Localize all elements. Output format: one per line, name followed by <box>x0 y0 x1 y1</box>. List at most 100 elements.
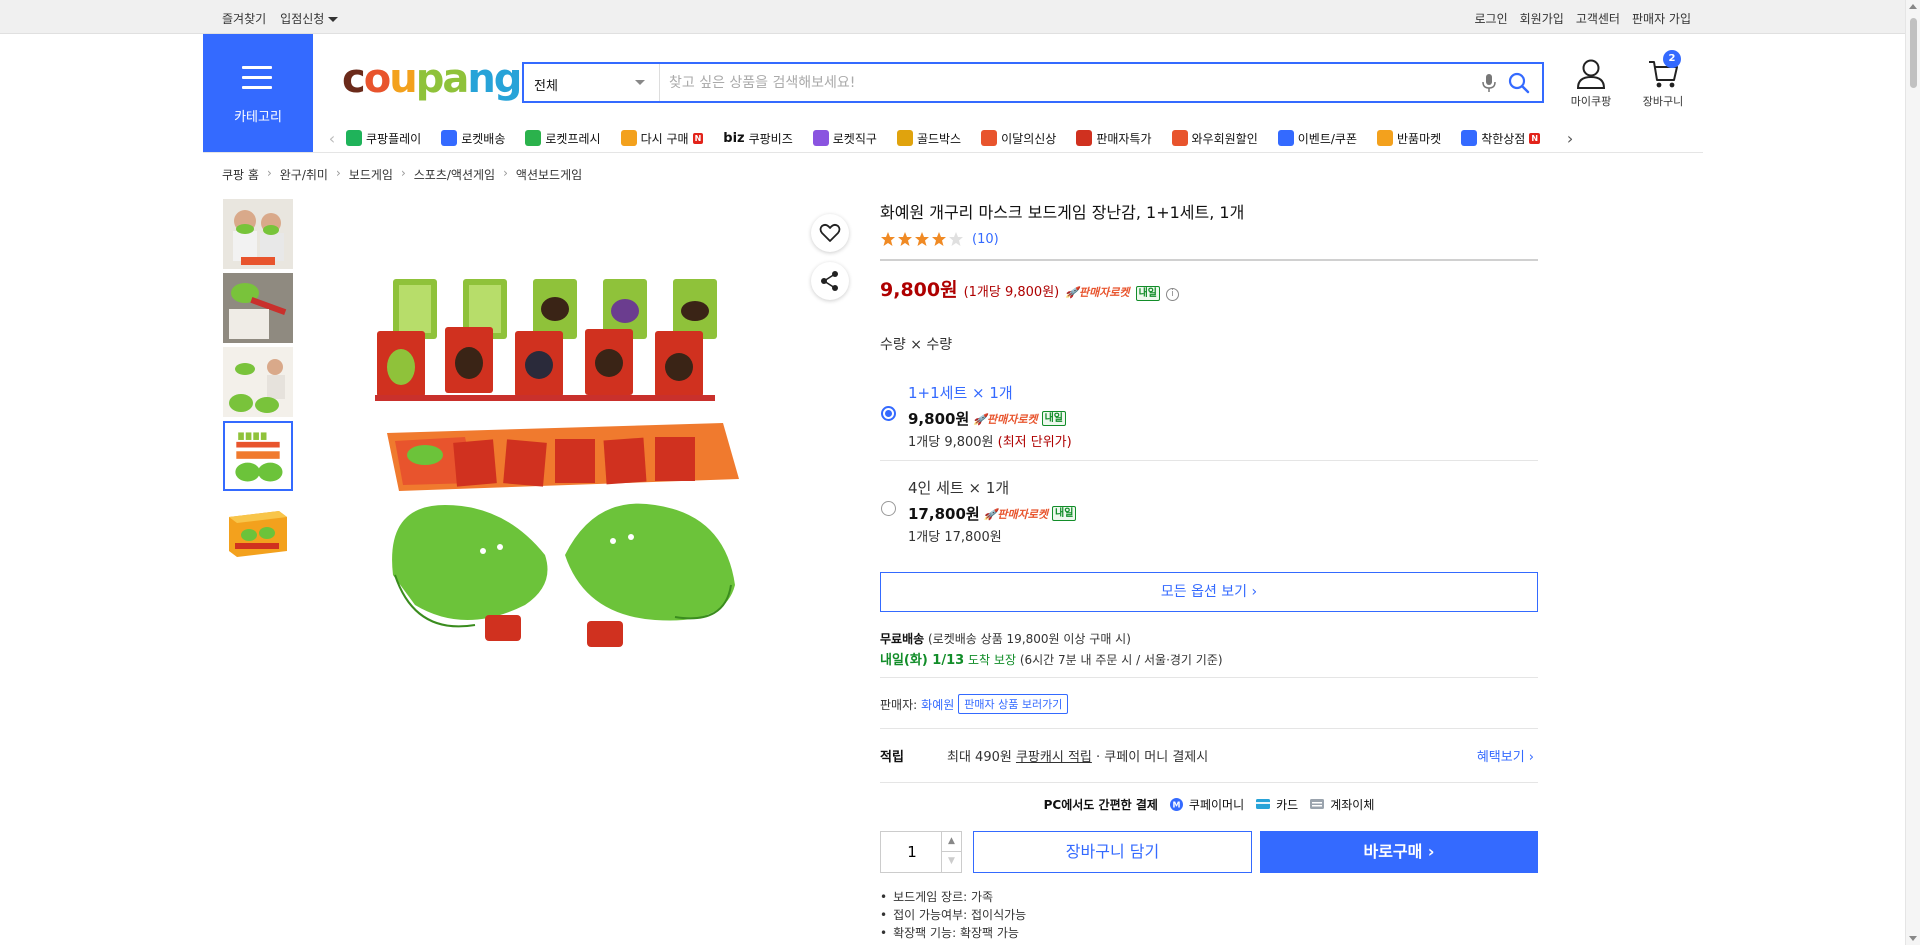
scroll-up-icon[interactable] <box>1909 4 1917 9</box>
product-thumbnail[interactable] <box>223 347 293 417</box>
category-button[interactable]: 카테고리 <box>203 34 313 152</box>
product-thumbnail[interactable] <box>223 199 293 269</box>
top-utility-bar: 즐겨찾기 입점신청 로그인 회원가입 고객센터 판매자 가입 <box>0 0 1920 34</box>
microphone-icon[interactable] <box>1480 73 1498 93</box>
rating[interactable]: (10) <box>880 231 999 247</box>
quick-menu-label: 이달의신상 <box>1001 131 1057 146</box>
star-icon <box>898 232 912 246</box>
quick-menu-item[interactable]: 이달의신상 <box>981 130 1056 147</box>
partner-dropdown[interactable]: 입점신청 <box>280 10 339 27</box>
pay-method: 계좌이체 <box>1330 798 1375 812</box>
quick-menu-label: 로켓프레시 <box>545 131 601 146</box>
signup-link[interactable]: 회원가입 <box>1520 10 1564 27</box>
search-input[interactable] <box>669 64 1469 101</box>
payment-methods: PC에서도 간편한 결제 M 쿠페이머니 카드 계좌이체 <box>880 796 1538 813</box>
quick-menu-label: 쿠팡비즈 <box>748 131 793 146</box>
quick-menu-item[interactable]: 반품마켓 <box>1377 130 1441 147</box>
divider <box>880 782 1538 783</box>
quick-menu-label: 다시 구매 <box>640 131 689 146</box>
wishlist-button[interactable] <box>811 214 849 252</box>
arrival-info: 내일(화) 1/13 도착 보장 (6시간 7분 내 주문 시 / 서울·경기 … <box>880 653 1223 668</box>
quick-menu-item[interactable]: 로켓직구 <box>812 130 877 147</box>
buy-now-button[interactable]: 바로구매 › <box>1260 831 1538 873</box>
pay-method: 쿠페이머니 <box>1188 798 1245 812</box>
quick-menu-item[interactable]: 골드박스 <box>896 130 961 147</box>
global-icon <box>812 130 829 146</box>
scroll-down-icon[interactable] <box>1909 936 1917 941</box>
support-link[interactable]: 고객센터 <box>1576 10 1620 27</box>
chevron-left-icon[interactable]: ‹ <box>322 129 342 148</box>
category-label: 카테고리 <box>234 110 282 125</box>
quick-menu-item[interactable]: 다시 구매 N <box>620 130 704 147</box>
option-unit-price: 1개당 17,800원 <box>908 530 1002 545</box>
breadcrumb-item[interactable]: 쿠팡 홈 <box>222 166 259 183</box>
quick-menu-item[interactable]: biz 쿠팡비즈 <box>723 130 793 147</box>
my-coupang-button[interactable]: 마이쿠팡 <box>1563 58 1619 109</box>
benefits-link[interactable]: 혜택보기 › <box>1477 746 1534 765</box>
quick-menu-label: 이벤트/쿠폰 <box>1297 131 1358 146</box>
divider <box>880 460 1538 461</box>
user-icon <box>1576 59 1606 89</box>
product-thumbnail[interactable] <box>223 495 293 565</box>
option-item-1[interactable]: 1+1세트 × 1개 9,800원 🚀판매자로켓 내일 1개당 9,800원 (… <box>880 372 1538 460</box>
all-options-button[interactable]: 모든 옵션 보기 › <box>880 572 1538 612</box>
seller-name-link[interactable]: 화예원 <box>921 696 954 713</box>
coupang-logo[interactable]: coupang <box>342 56 522 102</box>
rocket-fresh-icon <box>525 130 542 146</box>
quick-menu-item[interactable]: 판매자특가 <box>1076 130 1152 147</box>
svg-text:M: M <box>1172 801 1180 810</box>
review-count[interactable]: (10) <box>972 232 999 247</box>
search-scope-value: 전체 <box>534 79 558 94</box>
info-icon[interactable]: i <box>1165 288 1179 301</box>
divider <box>880 677 1538 678</box>
quick-menu-label: 착한상점 <box>1481 131 1526 146</box>
quick-menu-label: 쿠팡플레이 <box>366 131 422 146</box>
unit-price: (1개당 9,800원) <box>963 285 1060 300</box>
star-icon <box>915 232 929 246</box>
search-scope-select[interactable]: 전체 <box>524 64 660 101</box>
product-main-image[interactable] <box>355 255 775 675</box>
option-radio[interactable] <box>881 501 896 516</box>
cart-label: 장바구니 <box>1642 95 1684 108</box>
goodshop-icon <box>1461 130 1478 146</box>
sale-price: 9,800원 <box>880 279 958 301</box>
cart-button[interactable]: 장바구니 2 <box>1635 50 1691 109</box>
my-coupang-label: 마이쿠팡 <box>1570 95 1612 108</box>
breadcrumb-item[interactable]: 완구/취미 <box>280 166 328 183</box>
favorites-link[interactable]: 즐겨찾기 <box>222 10 266 27</box>
seller-products-link[interactable]: 판매자 상품 보러가기 <box>958 694 1069 714</box>
star-icon <box>949 232 963 246</box>
quick-menu-item[interactable]: 쿠팡플레이 <box>346 130 421 147</box>
quantity-input[interactable] <box>881 832 943 872</box>
quick-menu-item[interactable]: 착한상점 N <box>1461 130 1541 147</box>
product-thumbnail[interactable] <box>223 273 293 343</box>
option-radio-selected[interactable] <box>881 406 896 421</box>
quantity-decrease-button[interactable]: ▼ <box>941 852 961 872</box>
scrollbar-thumb[interactable] <box>1910 18 1917 88</box>
spec-item: 접이 가능여부: 접이식가능 <box>880 906 1026 924</box>
share-icon <box>821 271 838 291</box>
chevron-right-icon: › <box>400 166 406 180</box>
breadcrumb-item[interactable]: 액션보드게임 <box>516 166 582 183</box>
breadcrumb-item[interactable]: 스포츠/액션게임 <box>414 166 495 183</box>
quick-menu-item[interactable]: 이벤트/쿠폰 <box>1277 130 1358 147</box>
page-scrollbar[interactable] <box>1905 0 1920 945</box>
add-to-cart-button[interactable]: 장바구니 담기 <box>973 831 1252 873</box>
chevron-right-icon[interactable]: › <box>1560 129 1580 148</box>
quick-menu-item[interactable]: 와우회원할인 <box>1171 130 1258 147</box>
reward-description: 최대 490원 쿠팡캐시 적립 · 쿠페이 머니 결제시 <box>947 750 1209 765</box>
option-item-2[interactable]: 4인 세트 × 1개 17,800원 🚀판매자로켓 내일 1개당 17,800원 <box>880 468 1538 556</box>
new-badge: N <box>1529 132 1541 144</box>
star-icon <box>932 232 946 246</box>
card-icon <box>1256 798 1271 812</box>
search-icon[interactable] <box>1508 72 1530 94</box>
seller-signup-link[interactable]: 판매자 가입 <box>1632 10 1691 27</box>
quick-menu-item[interactable]: 로켓배송 <box>441 130 505 147</box>
share-button[interactable] <box>811 262 849 300</box>
quick-menu-item[interactable]: 로켓프레시 <box>525 130 601 147</box>
product-thumbnail-selected[interactable] <box>223 421 293 491</box>
breadcrumb-item[interactable]: 보드게임 <box>349 166 393 183</box>
product-title: 화예원 개구리 마스크 보드게임 장난감, 1+1세트, 1개 <box>880 203 1245 222</box>
login-link[interactable]: 로그인 <box>1475 10 1508 27</box>
quantity-increase-button[interactable]: ▲ <box>941 832 961 852</box>
